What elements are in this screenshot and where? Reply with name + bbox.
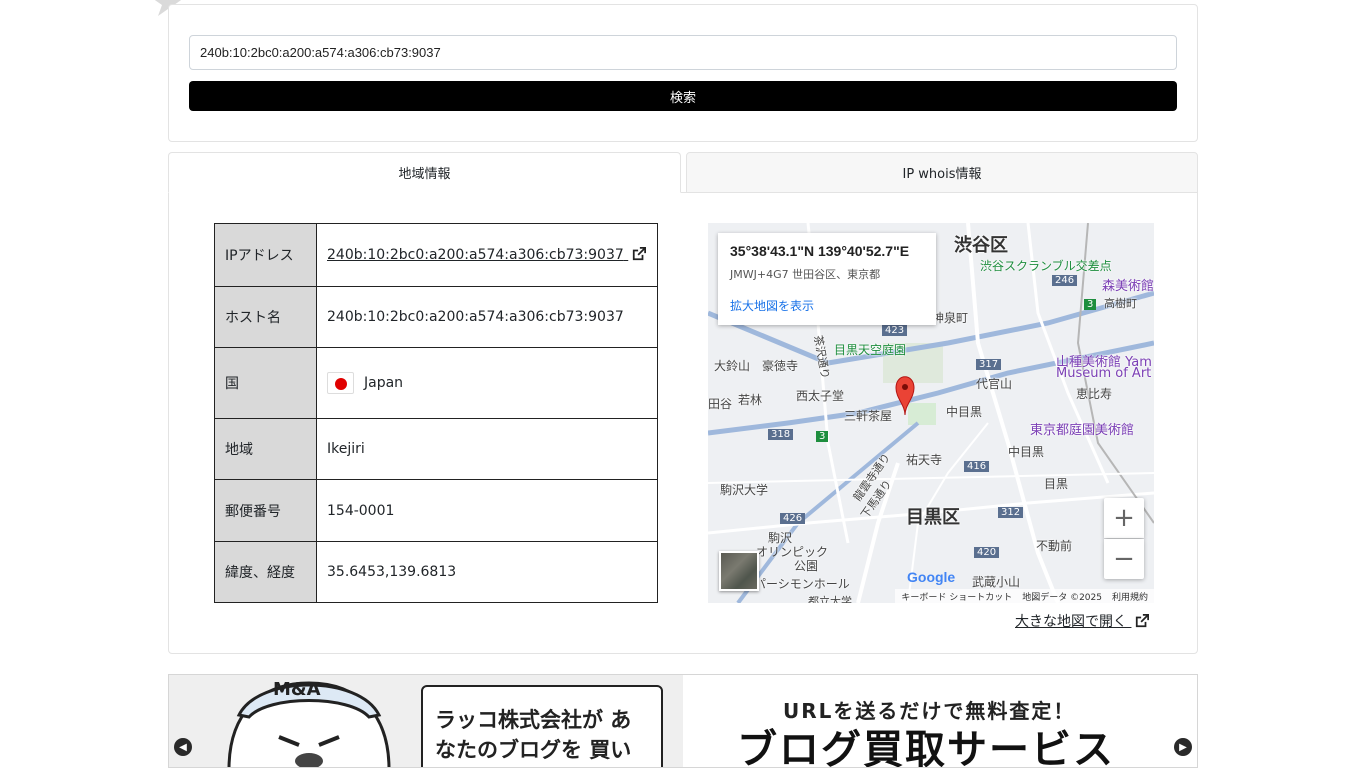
country-name: Japan (364, 375, 404, 391)
row-value-postal: 154-0001 (316, 479, 658, 542)
route-shield: 312 (998, 507, 1024, 518)
route-shield: 318 (768, 429, 794, 440)
map-label: 森美術館 (1102, 279, 1154, 294)
map-plus-code: JMWJ+4G7 世田谷区、東京都 (730, 268, 881, 281)
map-label: 祐天寺 (906, 453, 943, 467)
route-shield: 420 (974, 547, 1000, 558)
map-label: 目黒天空庭園 (834, 343, 907, 357)
map-label: 高樹町 (1104, 297, 1137, 310)
map-label: Museum of Art (1056, 366, 1152, 381)
ad-banner-carousel[interactable]: M&A ラッコ株式会社が あなたのブログを 買い取ります！ URLを送るだけで無… (168, 674, 1198, 768)
google-logo: Google (907, 569, 955, 585)
row-key-hostname: ホスト名 (214, 286, 317, 348)
map-label: 豪徳寺 (762, 359, 799, 373)
route-shield: 3 (1084, 299, 1097, 310)
japan-flag-icon (327, 372, 354, 394)
tab-region-info[interactable]: 地域情報 (168, 152, 681, 193)
tab-ip-whois[interactable]: IP whois情報 (686, 152, 1198, 193)
map-label: 田谷 (708, 397, 733, 411)
open-big-map-text: 大きな地図で開く (1015, 614, 1127, 630)
table-row: 緯度、経度 35.6453,139.6813 (214, 541, 658, 603)
map-label: 不動前 (1036, 539, 1073, 553)
region-info-panel: IPアドレス 240b:10:2bc0:a200:a574:a306:cb73:… (168, 192, 1198, 654)
external-link-icon (1136, 614, 1150, 628)
satellite-toggle-button[interactable] (719, 551, 759, 591)
map-label: 目黒 (1044, 477, 1069, 491)
map-label: 三軒茶屋 (844, 409, 893, 423)
banner-main-title: ブログ買取サービス (737, 727, 1115, 768)
route-shield: 3 (816, 431, 829, 442)
map-label: 恵比寿 (1076, 387, 1113, 401)
map-label: 若林 (738, 393, 763, 407)
route-shield: 423 (882, 325, 908, 336)
row-value-hostname: 240b:10:2bc0:a200:a574:a306:cb73:9037 (316, 286, 658, 348)
map-label: 大鈴山 (714, 359, 751, 373)
google-map[interactable]: 渋谷区 渋谷スクランブル交差点 森美術館 高樹町 山種美術館 Yam Museu… (708, 223, 1154, 603)
map-label: 都立大学 (808, 595, 852, 603)
view-larger-map-link[interactable]: 拡大地図を表示 (730, 297, 924, 314)
map-coordinates: 35°38'43.1"N 139°40'52.7"E (730, 243, 910, 259)
row-key-latlng: 緯度、経度 (214, 541, 317, 603)
table-row: IPアドレス 240b:10:2bc0:a200:a574:a306:cb73:… (214, 223, 658, 287)
map-label: 目黒区 (906, 507, 960, 528)
search-card: 検索 (168, 4, 1198, 142)
table-row: 国 Japan (214, 347, 658, 419)
banner-left-panel: M&A ラッコ株式会社が あなたのブログを 買い取ります！ (169, 675, 683, 767)
google-logo-text: Google (907, 569, 956, 585)
map-label: パーシモンホール (754, 577, 850, 591)
row-value-latlng: 35.6453,139.6813 (316, 541, 658, 603)
table-row: 地域 Ikejiri (214, 418, 658, 480)
row-value-country: Japan (316, 347, 658, 419)
map-label: 渋谷区 (954, 235, 1008, 256)
row-key-ip: IPアドレス (214, 223, 317, 287)
banner-right-panel: URLを送るだけで無料査定！ ブログ買取サービス (683, 675, 1197, 768)
map-footer: キーボード ショートカット 地図データ ©2025 利用規約 (895, 589, 1154, 603)
table-row: 郵便番号 154-0001 (214, 479, 658, 542)
ip-address-text: 240b:10:2bc0:a200:a574:a306:cb73:9037 (327, 247, 624, 263)
row-key-country: 国 (214, 347, 317, 419)
map-label: 代官山 (976, 377, 1013, 391)
map-label: 東京都庭園美術館 (1030, 423, 1135, 438)
map-label: 神泉町 (932, 311, 969, 325)
map-label: 渋谷スクランブル交差点 (980, 259, 1112, 273)
row-value-ip: 240b:10:2bc0:a200:a574:a306:cb73:9037 (316, 223, 658, 287)
map-label: 駒沢大学 (720, 483, 769, 497)
route-shield: 426 (780, 513, 806, 524)
map-info-window: 35°38'43.1"N 139°40'52.7"E JMWJ+4G7 世田谷区… (718, 233, 936, 325)
map-data-attribution: 地図データ ©2025 (1022, 592, 1102, 603)
zoom-out-button[interactable]: − (1104, 539, 1144, 579)
map-label: 公園 (794, 559, 819, 573)
zoom-in-button[interactable]: + (1104, 498, 1144, 538)
route-shield: 416 (964, 461, 990, 472)
row-value-region: Ikejiri (316, 418, 658, 480)
external-link-icon (633, 247, 647, 261)
ip-address-link[interactable]: 240b:10:2bc0:a200:a574:a306:cb73:9037 (327, 247, 647, 263)
keyboard-shortcuts-link[interactable]: キーボード ショートカット (901, 590, 1012, 603)
map-label: 中目黒 (1008, 445, 1045, 459)
map-label: 中目黒 (946, 405, 983, 419)
terms-link[interactable]: 利用規約 (1112, 590, 1148, 603)
row-key-postal: 郵便番号 (214, 479, 317, 542)
route-shield: 317 (976, 359, 1002, 370)
carousel-prev-button[interactable]: ◀ (174, 738, 192, 756)
ip-search-input[interactable] (189, 35, 1177, 70)
carousel-next-button[interactable]: ▶ (1174, 738, 1192, 756)
ip-info-table: IPアドレス 240b:10:2bc0:a200:a574:a306:cb73:… (214, 223, 658, 603)
map-label: 西太子堂 (796, 389, 845, 403)
cap-label: M&A (273, 679, 321, 700)
open-big-map-link[interactable]: 大きな地図で開く (1015, 611, 1150, 631)
map-label: 武蔵小山 (972, 575, 1021, 589)
table-row: ホスト名 240b:10:2bc0:a200:a574:a306:cb73:90… (214, 286, 658, 348)
banner-speech-bubble: ラッコ株式会社が あなたのブログを 買い取ります！ (421, 685, 663, 767)
search-button[interactable]: 検索 (189, 81, 1177, 111)
route-shield: 246 (1052, 275, 1078, 286)
row-key-region: 地域 (214, 418, 317, 480)
